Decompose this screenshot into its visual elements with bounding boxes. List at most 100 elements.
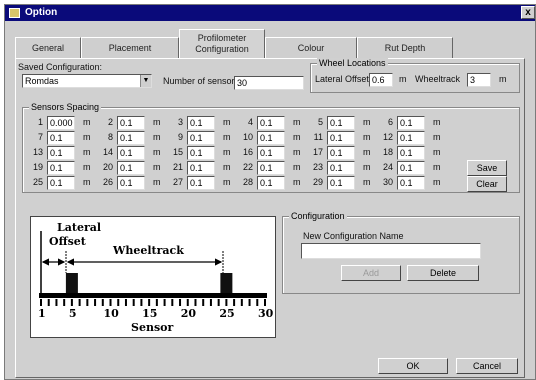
sensor-spacing-input[interactable]: 0.1 [397,176,425,190]
sensors-spacing-group: Sensors Spacing Save Clear 1 0.000 m 2 0.1 m 3… [22,102,520,193]
sensor-spacing-unit: m [83,132,91,142]
save-button[interactable]: Save [467,160,507,176]
sensor-tick [186,299,189,306]
sensor-spacing-input[interactable]: 0.1 [187,176,215,190]
sensor-number-label: 20 [102,162,113,172]
sensor-spacing-input[interactable]: 0.1 [257,146,285,160]
sensor-spacing-input[interactable]: 0.1 [117,116,145,130]
sensor-spacing-input[interactable]: 0.1 [47,146,75,160]
sensor-spacing-input[interactable]: 0.1 [117,176,145,190]
beam-bar [39,293,267,298]
add-button[interactable]: Add [341,265,401,281]
sensor-spacing-input[interactable]: 0.1 [397,116,425,130]
new-configuration-name-input[interactable] [301,243,481,259]
sensor-number-label: 3 [177,117,183,127]
sensor-spacing-input[interactable]: 0.1 [47,161,75,175]
tab-placement[interactable]: Placement [81,37,179,59]
sensor-spacing-input[interactable]: 0.1 [397,161,425,175]
sensor-spacing-unit: m [83,117,91,127]
sensor-spacing-unit: m [223,162,231,172]
sensor-spacing-input[interactable]: 0.1 [327,131,355,145]
wheeltrack-label: Wheeltrack [415,74,461,84]
sensor-spacing-input[interactable]: 0.1 [327,161,355,175]
sensor-number-label: 22 [242,162,253,172]
sensor-spacing-input[interactable]: 0.1 [117,131,145,145]
sensor-spacing-input[interactable]: 0.1 [187,161,215,175]
clear-button[interactable]: Clear [467,176,507,192]
sensor-tick [70,299,73,306]
sensor-spacing-input[interactable]: 0.1 [257,161,285,175]
sensor-tick [47,299,50,306]
sensor-spacing-unit: m [153,162,161,172]
sensor-spacing-input[interactable]: 0.1 [397,146,425,160]
wheel-locations-title: Wheel Locations [317,58,388,68]
ok-button[interactable]: OK [378,358,448,374]
sensor-number-label: 10 [242,132,253,142]
sensor-spacing-input[interactable]: 0.1 [327,176,355,190]
window-title: Option [25,7,58,18]
tab-general[interactable]: General [15,37,81,59]
sensor-number-label: 2 [107,117,113,127]
sensor-spacing-unit: m [293,177,301,187]
new-configuration-name-label: New Configuration Name [303,231,404,241]
saved-configuration-label: Saved Configuration: [18,62,103,72]
sensor-spacing-input[interactable]: 0.1 [187,116,215,130]
sensor-tick-label: 5 [68,307,77,320]
sensor-number-label: 16 [242,147,253,157]
sensor-number-label: 17 [312,147,323,157]
configuration-title: Configuration [289,211,347,221]
sensor-number-label: 28 [242,177,253,187]
sensor-spacing-unit: m [153,177,161,187]
delete-button[interactable]: Delete [407,265,479,281]
sensor-number-label: 8 [107,132,113,142]
sensor-spacing-input[interactable]: 0.1 [327,146,355,160]
sensor-tick [132,299,135,306]
sensor-number-label: 14 [102,147,113,157]
sensor-tick [264,299,266,306]
sensor-spacing-unit: m [363,177,371,187]
sensor-spacing-input[interactable]: 0.1 [47,176,75,190]
sensor-tick-label: 25 [219,307,235,320]
sensor-tick [202,299,205,306]
sensor-tick-label: 20 [180,307,197,320]
sensor-tick [86,299,89,306]
wheeltrack-input[interactable]: 3 [467,73,491,87]
chevron-down-icon[interactable]: ▼ [140,75,151,87]
sensor-spacing-input[interactable]: 0.1 [327,116,355,130]
sensor-number-label: 24 [382,162,393,172]
sensor-number-label: 26 [102,177,113,187]
sensor-spacing-unit: m [223,132,231,142]
sensor-number-label: 7 [37,132,43,142]
sensor-spacing-input[interactable]: 0.1 [397,131,425,145]
sensor-spacing-input[interactable]: 0.1 [187,131,215,145]
sensor-spacing-input[interactable]: 0.1 [47,131,75,145]
sensor-spacing-input[interactable]: 0.1 [257,116,285,130]
sensor-spacing-input[interactable]: 0.1 [257,131,285,145]
sensor-tick [248,299,251,306]
sensor-tick [101,299,104,306]
cancel-button[interactable]: Cancel [456,358,518,374]
sensor-spacing-unit: m [363,147,371,157]
close-icon[interactable]: x [521,6,535,19]
tab-label: Placement [108,43,152,53]
tab-profilometer-configuration[interactable]: Profilometer Configuration [179,29,265,59]
saved-configuration-select[interactable]: Romdas ▼ [22,74,152,88]
sensor-spacing-input[interactable]: 0.1 [187,146,215,160]
sensor-spacing-input[interactable]: 0.000 [47,116,75,130]
number-of-sensors-label: Number of sensors [163,76,240,86]
lateral-offset-label: Lateral Offset [315,74,369,84]
app-icon [9,8,20,18]
tab-label: Rut Depth [384,43,426,53]
tab-colour[interactable]: Colour [265,37,357,59]
sensor-number-label: 27 [172,177,183,187]
lateral-offset-input[interactable]: 0.6 [369,73,393,87]
sensor-tick [194,299,197,306]
sensor-spacing-unit: m [153,117,161,127]
sensor-spacing-unit: m [433,177,441,187]
sensor-spacing-input[interactable]: 0.1 [117,146,145,160]
sensor-tick [256,299,259,306]
tab-rut-depth[interactable]: Rut Depth [357,37,453,59]
number-of-sensors-input[interactable]: 30 [234,76,304,90]
sensor-spacing-input[interactable]: 0.1 [257,176,285,190]
sensor-spacing-input[interactable]: 0.1 [117,161,145,175]
